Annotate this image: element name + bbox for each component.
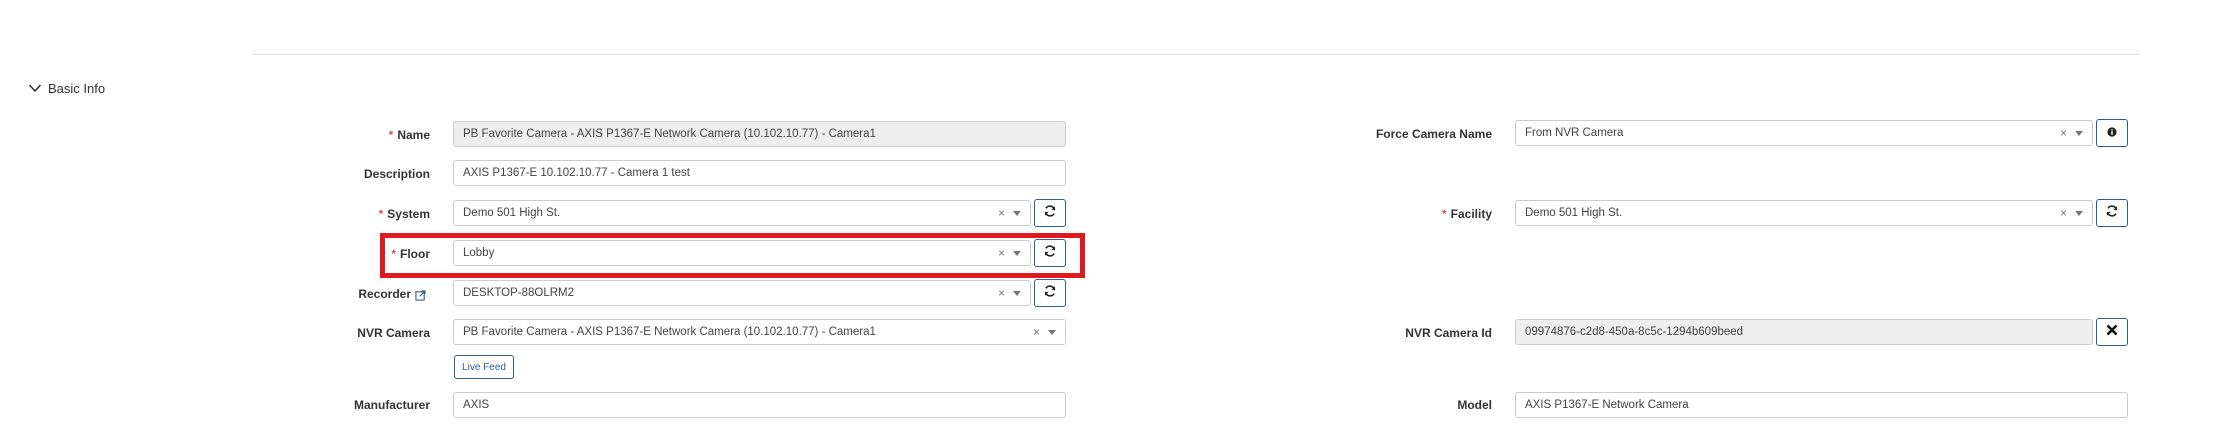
required-marker: * xyxy=(388,128,394,142)
external-link-icon[interactable] xyxy=(415,289,426,301)
live-feed-button[interactable]: Live Feed xyxy=(454,355,514,379)
model-input[interactable]: AXIS P1367-E Network Camera xyxy=(1515,392,2128,418)
info-icon xyxy=(2107,124,2117,142)
model-label: Model xyxy=(1457,398,1492,412)
chevron-down-icon[interactable] xyxy=(2075,210,2083,216)
chevron-down-icon xyxy=(28,83,42,93)
manufacturer-input[interactable]: AXIS xyxy=(453,392,1066,418)
floor-highlight-box xyxy=(380,233,1085,278)
refresh-icon xyxy=(2105,204,2119,223)
clear-selection-icon[interactable]: × xyxy=(2060,206,2067,220)
chevron-down-icon[interactable] xyxy=(1013,290,1021,296)
recorder-label: Recorder xyxy=(300,286,426,302)
clear-selection-icon[interactable]: × xyxy=(998,206,1005,220)
facility-label: * Facility xyxy=(1441,207,1492,221)
force-camera-name-select[interactable]: From NVR Camera × xyxy=(1515,120,2093,146)
force-camera-name-label: Force Camera Name xyxy=(1375,127,1492,141)
chevron-down-icon[interactable] xyxy=(1048,329,1056,335)
refresh-icon xyxy=(1043,204,1057,223)
basic-info-toggle[interactable]: Basic Info xyxy=(28,78,105,98)
facility-select[interactable]: Demo 501 High St. × xyxy=(1515,200,2093,226)
refresh-icon xyxy=(1043,284,1057,303)
clear-selection-icon[interactable]: × xyxy=(1033,325,1040,339)
facility-refresh-button[interactable] xyxy=(2096,199,2128,227)
clear-selection-icon[interactable]: × xyxy=(998,286,1005,300)
top-divider xyxy=(252,54,2140,55)
section-title: Basic Info xyxy=(48,80,106,96)
name-input[interactable]: PB Favorite Camera - AXIS P1367-E Networ… xyxy=(453,121,1066,147)
force-camera-name-info-button[interactable] xyxy=(2096,119,2128,147)
chevron-down-icon[interactable] xyxy=(1013,210,1021,216)
recorder-select[interactable]: DESKTOP-88OLRM2 × xyxy=(453,280,1031,306)
camera-edit-page: Basic Info * Name PB Favorite Camera - A… xyxy=(0,0,2240,432)
system-select[interactable]: Demo 501 High St. × xyxy=(453,200,1031,226)
close-icon xyxy=(2106,323,2118,341)
description-input[interactable]: AXIS P1367-E 10.102.10.77 - Camera 1 tes… xyxy=(453,160,1066,186)
clear-selection-icon[interactable]: × xyxy=(2060,126,2067,140)
recorder-refresh-button[interactable] xyxy=(1034,279,1066,307)
chevron-down-icon[interactable] xyxy=(2075,130,2083,136)
manufacturer-label: Manufacturer xyxy=(353,398,430,412)
nvr-camera-id-input[interactable]: 09974876-c2d8-450a-8c5c-1294b609beed xyxy=(1515,319,2093,345)
name-label: * Name xyxy=(388,128,430,142)
required-marker: * xyxy=(378,207,384,221)
nvr-camera-id-clear-button[interactable] xyxy=(2096,318,2128,346)
system-label: * System xyxy=(378,207,430,221)
system-refresh-button[interactable] xyxy=(1034,199,1066,227)
nvr-camera-id-label: NVR Camera Id xyxy=(1405,326,1492,340)
nvr-camera-label: NVR Camera xyxy=(357,326,430,340)
nvr-camera-select[interactable]: PB Favorite Camera - AXIS P1367-E Networ… xyxy=(453,319,1066,345)
required-marker: * xyxy=(1441,207,1447,221)
description-label: Description xyxy=(363,167,430,181)
